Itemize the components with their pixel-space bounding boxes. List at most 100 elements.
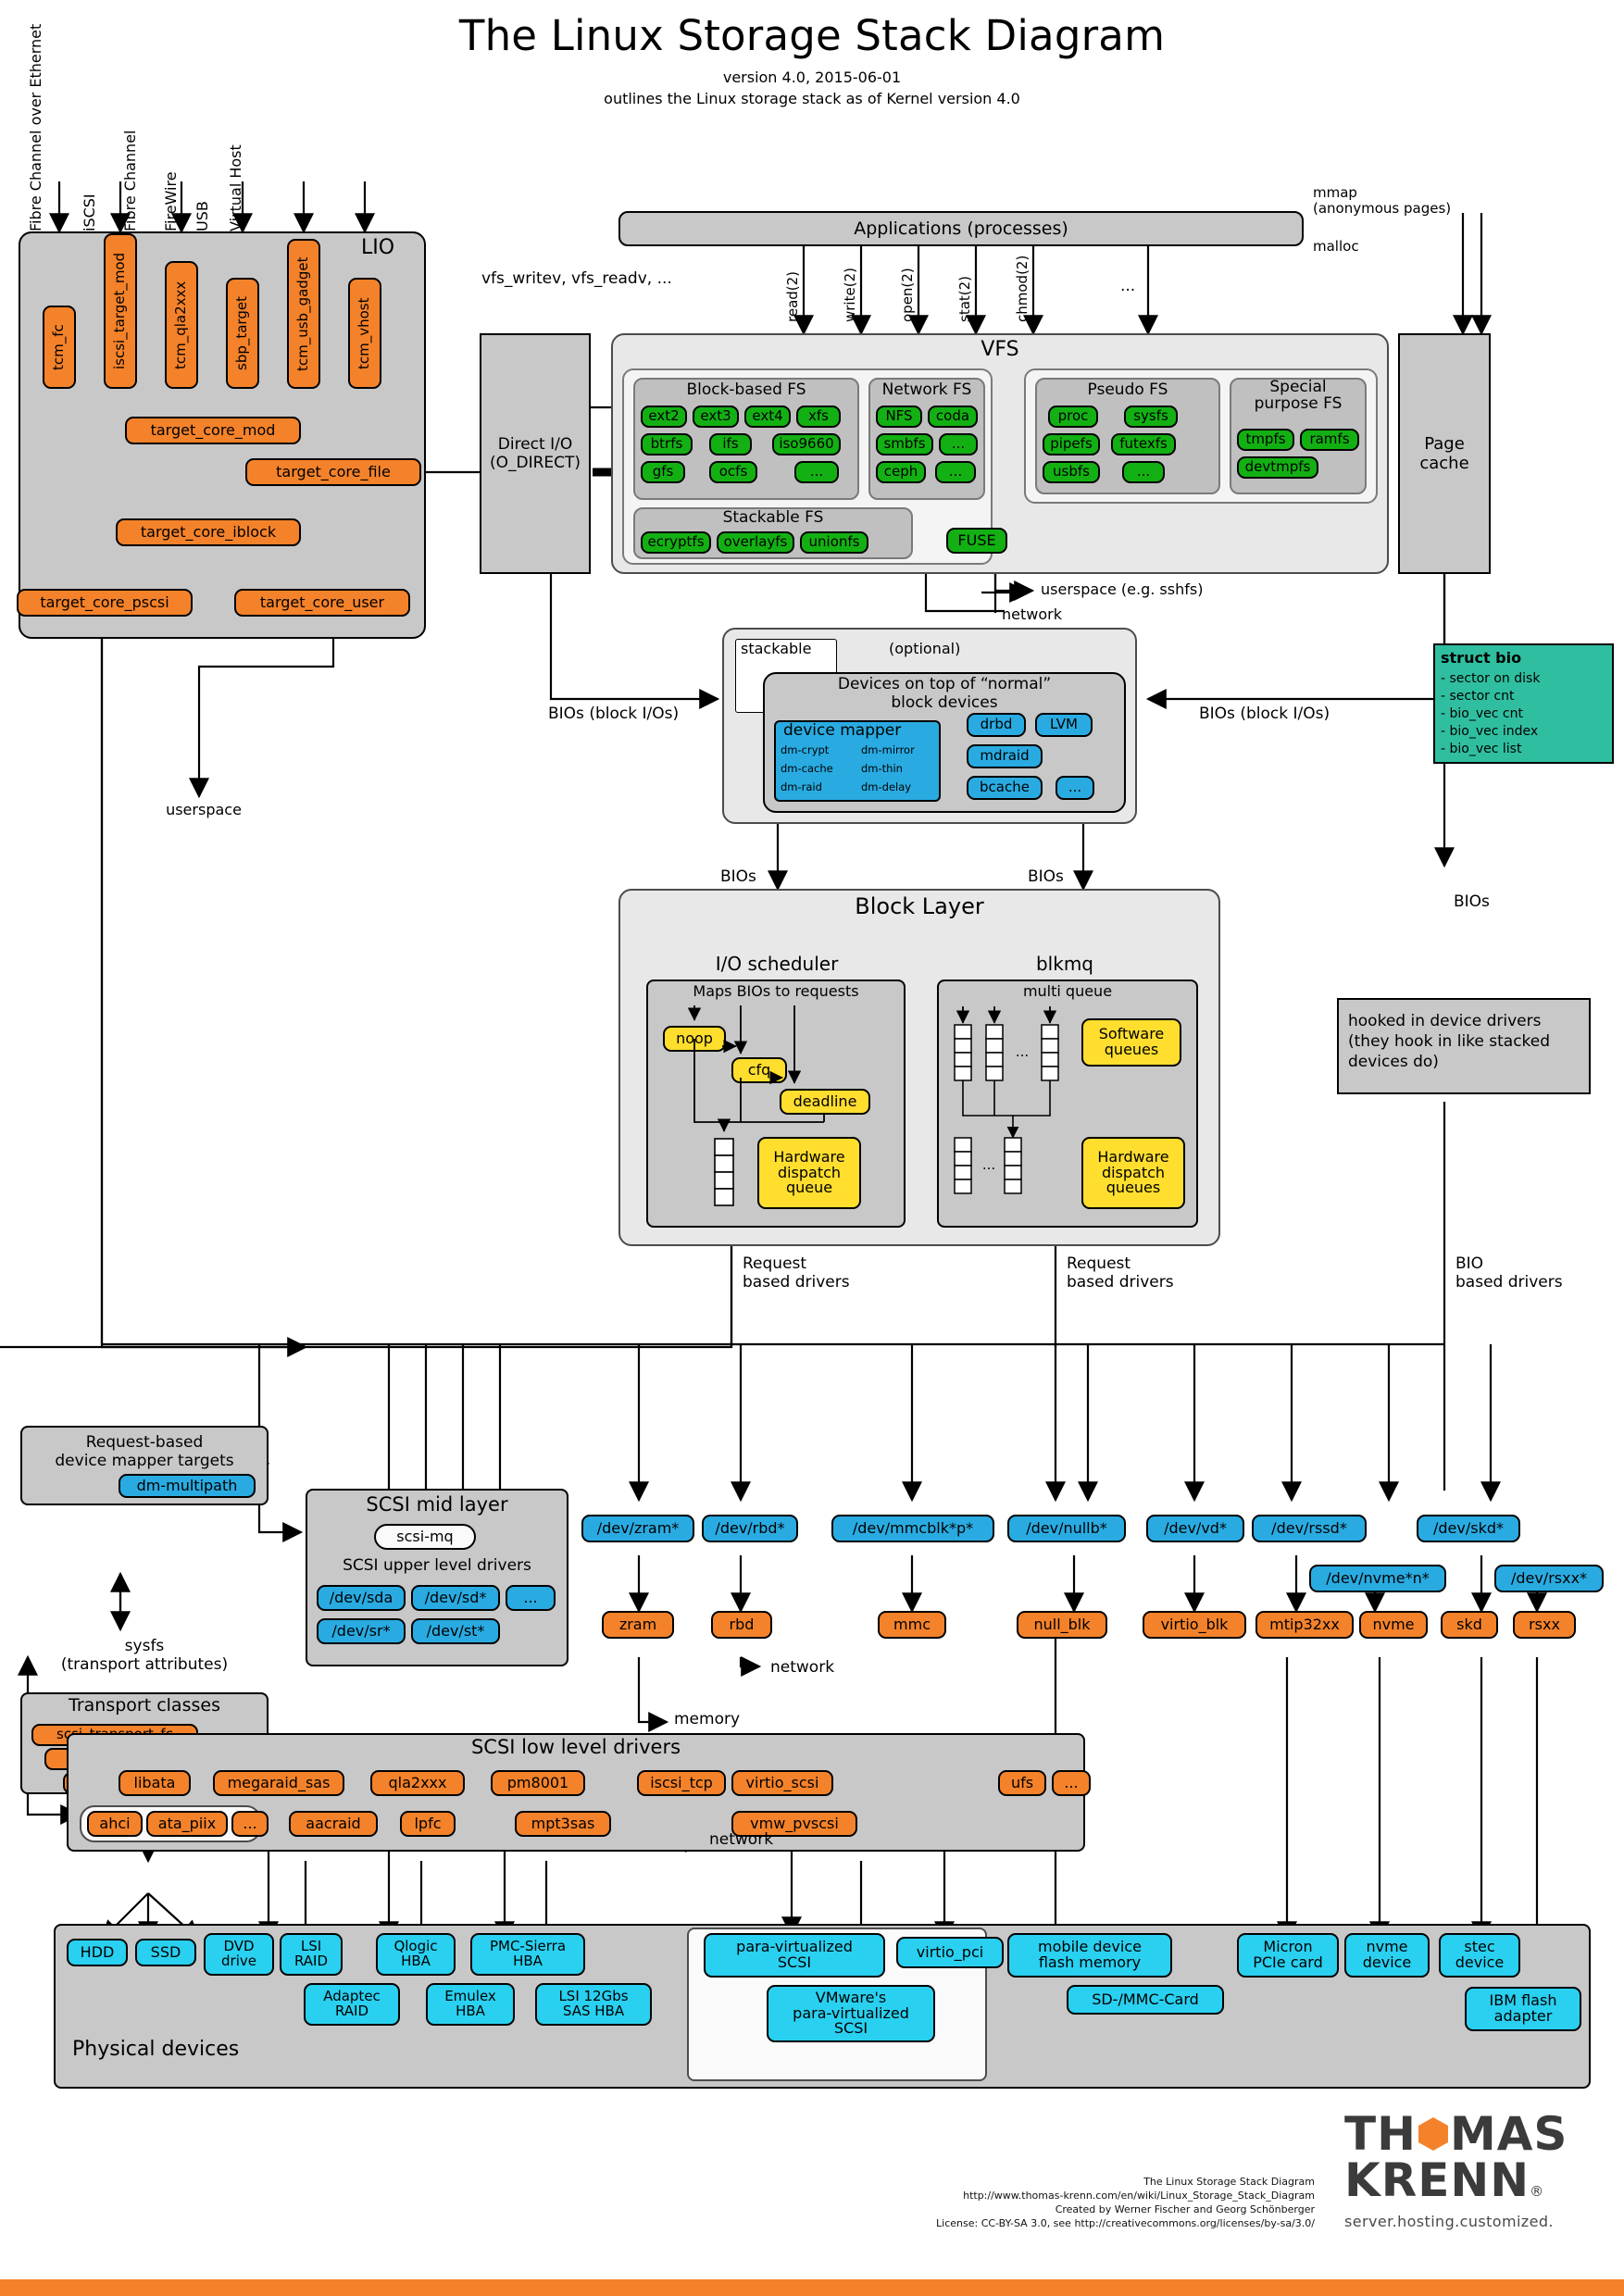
phys-stec-device[interactable]: stec device [1439, 1933, 1520, 1978]
fs-pseudo-more[interactable]: ... [1122, 461, 1165, 483]
scsi-mpt3sas[interactable]: mpt3sas [515, 1811, 611, 1837]
fs-ext2[interactable]: ext2 [641, 406, 687, 428]
fs-overlayfs[interactable]: overlayfs [717, 531, 794, 554]
dm-multipath[interactable]: dm-multipath [119, 1474, 256, 1498]
lio-target-core-pscsi[interactable]: target_core_pscsi [17, 589, 193, 617]
scsi-megaraid-sas[interactable]: megaraid_sas [213, 1770, 344, 1796]
fs-tmpfs[interactable]: tmpfs [1237, 429, 1294, 451]
phys-para-virtualized-scsi[interactable]: para-virtualized SCSI [704, 1933, 885, 1978]
fs-fuse[interactable]: FUSE [946, 528, 1007, 554]
dev-nullb[interactable]: /dev/nullb* [1007, 1515, 1126, 1542]
lio-fabric-iscsi-target-mod[interactable]: iscsi_target_mod [104, 233, 137, 389]
fs-network-more-1[interactable]: ... [939, 433, 978, 455]
scsi-lpfc[interactable]: lpfc [400, 1811, 456, 1837]
lio-target-core-mod[interactable]: target_core_mod [125, 417, 301, 444]
dev-rbd[interactable]: /dev/rbd* [702, 1515, 798, 1542]
fs-ifs[interactable]: ifs [709, 433, 752, 455]
fs-ocfs[interactable]: ocfs [709, 461, 757, 483]
driver-virtio-blk[interactable]: virtio_blk [1143, 1611, 1246, 1639]
fs-xfs[interactable]: xfs [796, 406, 841, 428]
phys-micron-pcie-card[interactable]: Micron PCIe card [1237, 1933, 1339, 1978]
fs-usbfs[interactable]: usbfs [1043, 461, 1100, 483]
dev-zram[interactable]: /dev/zram* [581, 1515, 694, 1542]
lio-fabric-tcm-qla2xxx[interactable]: tcm_qla2xxx [165, 261, 198, 389]
stackable-more[interactable]: ... [1056, 776, 1094, 800]
scsi-aacraid[interactable]: aacraid [289, 1811, 378, 1837]
driver-rsxx[interactable]: rsxx [1513, 1611, 1576, 1639]
fs-ecryptfs[interactable]: ecryptfs [641, 531, 711, 554]
fs-devtmpfs[interactable]: devtmpfs [1237, 456, 1318, 479]
fs-ramfs[interactable]: ramfs [1300, 429, 1359, 451]
fs-sysfs[interactable]: sysfs [1124, 406, 1178, 428]
scsi-ahci[interactable]: ahci [87, 1811, 143, 1837]
dm-delay[interactable]: dm-delay [861, 781, 911, 793]
scsi-mq[interactable]: scsi-mq [374, 1524, 476, 1550]
driver-null-blk[interactable]: null_blk [1017, 1611, 1107, 1639]
scsi-libata[interactable]: libata [119, 1770, 191, 1796]
dm-thin[interactable]: dm-thin [861, 763, 903, 775]
driver-mmc[interactable]: mmc [878, 1611, 946, 1639]
dev-sr-star[interactable]: /dev/sr* [317, 1618, 406, 1644]
lio-target-core-iblock[interactable]: target_core_iblock [116, 518, 301, 546]
fs-unionfs[interactable]: unionfs [800, 531, 868, 554]
phys-mobile-device-flash-memory[interactable]: mobile device flash memory [1007, 1933, 1172, 1978]
dev-vd[interactable]: /dev/vd* [1146, 1515, 1244, 1542]
stackable-mdraid[interactable]: mdraid [967, 744, 1043, 768]
fs-nfs[interactable]: NFS [876, 406, 922, 428]
dev-rssd[interactable]: /dev/rssd* [1252, 1515, 1367, 1542]
phys-vmware-para-virtualized-scsi[interactable]: VMware's para-virtualized SCSI [767, 1985, 935, 2042]
fs-proc[interactable]: proc [1048, 406, 1098, 428]
fs-network-more-2[interactable]: ... [935, 461, 976, 483]
fs-ext4[interactable]: ext4 [744, 406, 791, 428]
dev-sda[interactable]: /dev/sda [317, 1585, 406, 1611]
phys-dvd-drive[interactable]: DVD drive [204, 1933, 274, 1976]
phys-pmc-sierra-hba[interactable]: PMC-Sierra HBA [470, 1933, 585, 1976]
scsi-pm8001[interactable]: pm8001 [491, 1770, 585, 1796]
driver-zram[interactable]: zram [602, 1611, 674, 1639]
phys-ssd[interactable]: SSD [135, 1939, 196, 1966]
fs-iso9660[interactable]: iso9660 [772, 433, 841, 455]
fs-btrfs[interactable]: btrfs [641, 433, 693, 455]
fs-ext3[interactable]: ext3 [693, 406, 739, 428]
dev-skd[interactable]: /dev/skd* [1417, 1515, 1520, 1542]
lio-fabric-sbp-target[interactable]: sbp_target [226, 278, 259, 389]
phys-adaptec-raid[interactable]: Adaptec RAID [304, 1983, 400, 2026]
dev-scsi-more[interactable]: ... [506, 1585, 556, 1611]
scsi-iscsi-tcp[interactable]: iscsi_tcp [637, 1770, 726, 1796]
scsi-qla2xxx[interactable]: qla2xxx [370, 1770, 465, 1796]
dm-crypt[interactable]: dm-crypt [781, 744, 829, 756]
blkmq-hw-dispatch-queues[interactable]: Hardware dispatch queues [1081, 1137, 1185, 1209]
fs-futexfs[interactable]: futexfs [1111, 433, 1176, 455]
dm-mirror[interactable]: dm-mirror [861, 744, 915, 756]
fs-pipefs[interactable]: pipefs [1043, 433, 1100, 455]
fs-block-more[interactable]: ... [794, 461, 839, 483]
fs-smbfs[interactable]: smbfs [876, 433, 933, 455]
phys-lsi-raid[interactable]: LSI RAID [280, 1933, 343, 1976]
software-queues[interactable]: Software queues [1081, 1018, 1181, 1067]
phys-emulex-hba[interactable]: Emulex HBA [426, 1983, 515, 2026]
dm-raid[interactable]: dm-raid [781, 781, 822, 793]
lio-fabric-tcm-vhost[interactable]: tcm_vhost [348, 278, 381, 389]
lio-fabric-tcm-fc[interactable]: tcm_fc [43, 306, 76, 389]
dev-mmcblk[interactable]: /dev/mmcblk*p* [831, 1515, 994, 1542]
phys-ibm-flash-adapter[interactable]: IBM flash adapter [1465, 1987, 1581, 2031]
dm-cache[interactable]: dm-cache [781, 763, 833, 775]
dev-st-star[interactable]: /dev/st* [411, 1618, 500, 1644]
phys-sd-mmc-card[interactable]: SD-/MMC-Card [1067, 1985, 1224, 2015]
driver-mtip32xx[interactable]: mtip32xx [1255, 1611, 1354, 1639]
scsi-virtio-scsi[interactable]: virtio_scsi [731, 1770, 833, 1796]
phys-qlogic-hba[interactable]: Qlogic HBA [376, 1933, 456, 1976]
dev-rsxx[interactable]: /dev/rsxx* [1494, 1565, 1604, 1592]
fs-coda[interactable]: coda [928, 406, 978, 428]
lio-target-core-file[interactable]: target_core_file [245, 458, 421, 486]
fs-gfs[interactable]: gfs [641, 461, 685, 483]
phys-lsi-12gbs-sas-hba[interactable]: LSI 12Gbs SAS HBA [535, 1983, 652, 2026]
scsi-ufs[interactable]: ufs [998, 1770, 1046, 1796]
scsi-low-more[interactable]: ... [1052, 1770, 1091, 1796]
scsi-ata-more[interactable]: ... [231, 1811, 269, 1837]
dev-nvme[interactable]: /dev/nvme*n* [1309, 1565, 1446, 1592]
driver-rbd[interactable]: rbd [711, 1611, 772, 1639]
fs-ceph[interactable]: ceph [876, 461, 926, 483]
stackable-drbd[interactable]: drbd [967, 713, 1026, 737]
lio-fabric-tcm-usb-gadget[interactable]: tcm_usb_gadget [287, 239, 320, 389]
